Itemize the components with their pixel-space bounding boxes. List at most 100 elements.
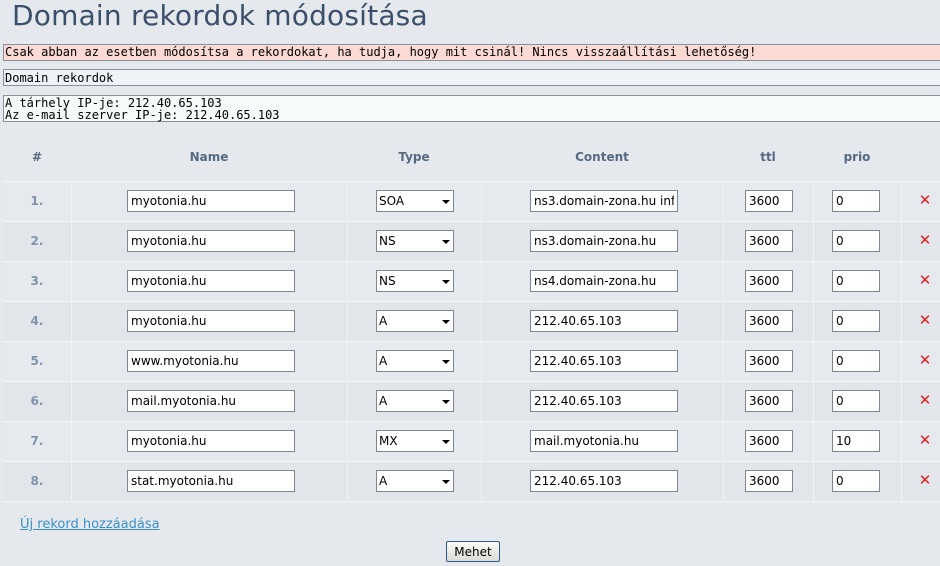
content-input[interactable] bbox=[530, 230, 678, 252]
name-input[interactable] bbox=[127, 470, 295, 492]
content-input[interactable] bbox=[530, 190, 678, 212]
add-record-link[interactable]: Új rekord hozzáadása bbox=[20, 517, 160, 532]
prio-input[interactable] bbox=[832, 470, 880, 492]
chevron-down-icon bbox=[442, 480, 450, 484]
prio-input[interactable] bbox=[832, 230, 880, 252]
ttl-input[interactable] bbox=[745, 350, 793, 372]
header-content: Content bbox=[575, 150, 629, 164]
column-divider bbox=[347, 342, 348, 381]
type-select-value: A bbox=[379, 314, 388, 328]
chevron-down-icon bbox=[442, 400, 450, 404]
column-divider bbox=[481, 262, 482, 301]
ttl-input[interactable] bbox=[745, 430, 793, 452]
type-select[interactable]: MX bbox=[376, 430, 454, 452]
chevron-down-icon bbox=[442, 280, 450, 284]
content-input[interactable] bbox=[530, 470, 678, 492]
ttl-input[interactable] bbox=[745, 470, 793, 492]
name-input[interactable] bbox=[127, 230, 295, 252]
ttl-input[interactable] bbox=[745, 270, 793, 292]
ttl-input[interactable] bbox=[745, 310, 793, 332]
table-row: 4. A ✕ bbox=[3, 302, 940, 342]
prio-input[interactable] bbox=[832, 190, 880, 212]
table-row: 6. A ✕ bbox=[3, 382, 940, 422]
delete-x-icon[interactable]: ✕ bbox=[918, 273, 932, 288]
column-divider bbox=[901, 382, 902, 421]
column-divider bbox=[347, 462, 348, 501]
ttl-input[interactable] bbox=[745, 390, 793, 412]
table-row: 7. MX ✕ bbox=[3, 422, 940, 462]
type-select[interactable]: A bbox=[376, 350, 454, 372]
name-input[interactable] bbox=[127, 310, 295, 332]
column-divider bbox=[901, 262, 902, 301]
type-select[interactable]: SOA bbox=[376, 190, 454, 212]
type-select-value: MX bbox=[379, 434, 398, 448]
header-ttl: ttl bbox=[760, 150, 776, 164]
column-divider bbox=[901, 462, 902, 501]
row-number: 2. bbox=[30, 234, 44, 248]
content-input[interactable] bbox=[530, 270, 678, 292]
row-number: 7. bbox=[30, 434, 44, 448]
delete-x-icon[interactable]: ✕ bbox=[918, 193, 932, 208]
column-divider bbox=[71, 462, 72, 501]
page-title: Domain rekordok módosítása bbox=[12, 0, 428, 32]
table-row: 8. A ✕ bbox=[3, 462, 940, 502]
content-input[interactable] bbox=[530, 310, 678, 332]
chevron-down-icon bbox=[442, 240, 450, 244]
type-select[interactable]: NS bbox=[376, 230, 454, 252]
delete-x-icon[interactable]: ✕ bbox=[918, 473, 932, 488]
chevron-down-icon bbox=[442, 200, 450, 204]
type-select[interactable]: NS bbox=[376, 270, 454, 292]
column-divider bbox=[347, 382, 348, 421]
header-type: Type bbox=[398, 150, 430, 164]
warning-banner: Csak abban az esetben módosítsa a rekord… bbox=[3, 44, 940, 61]
column-divider bbox=[723, 462, 724, 501]
prio-input[interactable] bbox=[832, 310, 880, 332]
ttl-input[interactable] bbox=[745, 190, 793, 212]
column-divider bbox=[481, 462, 482, 501]
type-select-value: A bbox=[379, 394, 388, 408]
column-divider bbox=[481, 422, 482, 461]
prio-input[interactable] bbox=[832, 350, 880, 372]
prio-input[interactable] bbox=[832, 390, 880, 412]
delete-x-icon[interactable]: ✕ bbox=[918, 353, 932, 368]
column-divider bbox=[347, 262, 348, 301]
delete-x-icon[interactable]: ✕ bbox=[918, 433, 932, 448]
table-header: # Name Type Content ttl prio bbox=[3, 133, 940, 182]
column-divider bbox=[813, 422, 814, 461]
delete-x-icon[interactable]: ✕ bbox=[918, 233, 932, 248]
row-number: 5. bbox=[30, 354, 44, 368]
name-input[interactable] bbox=[127, 190, 295, 212]
name-input[interactable] bbox=[127, 270, 295, 292]
row-number: 6. bbox=[30, 394, 44, 408]
name-input[interactable] bbox=[127, 390, 295, 412]
submit-button[interactable]: Mehet bbox=[446, 541, 500, 562]
type-select[interactable]: A bbox=[376, 390, 454, 412]
column-divider bbox=[71, 262, 72, 301]
ttl-input[interactable] bbox=[745, 230, 793, 252]
content-input[interactable] bbox=[530, 350, 678, 372]
table-row: 5. A ✕ bbox=[3, 342, 940, 382]
header-prio: prio bbox=[843, 150, 871, 164]
prio-input[interactable] bbox=[832, 270, 880, 292]
column-divider bbox=[813, 222, 814, 261]
column-divider bbox=[71, 382, 72, 421]
header-num: # bbox=[31, 150, 43, 164]
column-divider bbox=[723, 302, 724, 341]
column-divider bbox=[813, 462, 814, 501]
type-select[interactable]: A bbox=[376, 470, 454, 492]
content-input[interactable] bbox=[530, 390, 678, 412]
column-divider bbox=[723, 422, 724, 461]
column-divider bbox=[723, 222, 724, 261]
content-input[interactable] bbox=[530, 430, 678, 452]
table-body: 1. SOA ✕ 2. NS ✕ 3. NS ✕ 4. A ✕ 5. A ✕ 6. A ✕ 7. MX ✕ 8. A ✕ bbox=[3, 182, 940, 502]
column-divider bbox=[723, 182, 724, 221]
delete-x-icon[interactable]: ✕ bbox=[918, 393, 932, 408]
column-divider bbox=[901, 182, 902, 221]
name-input[interactable] bbox=[127, 350, 295, 372]
type-select[interactable]: A bbox=[376, 310, 454, 332]
delete-x-icon[interactable]: ✕ bbox=[918, 313, 932, 328]
column-divider bbox=[901, 222, 902, 261]
prio-input[interactable] bbox=[832, 430, 880, 452]
column-divider bbox=[813, 262, 814, 301]
name-input[interactable] bbox=[127, 430, 295, 452]
